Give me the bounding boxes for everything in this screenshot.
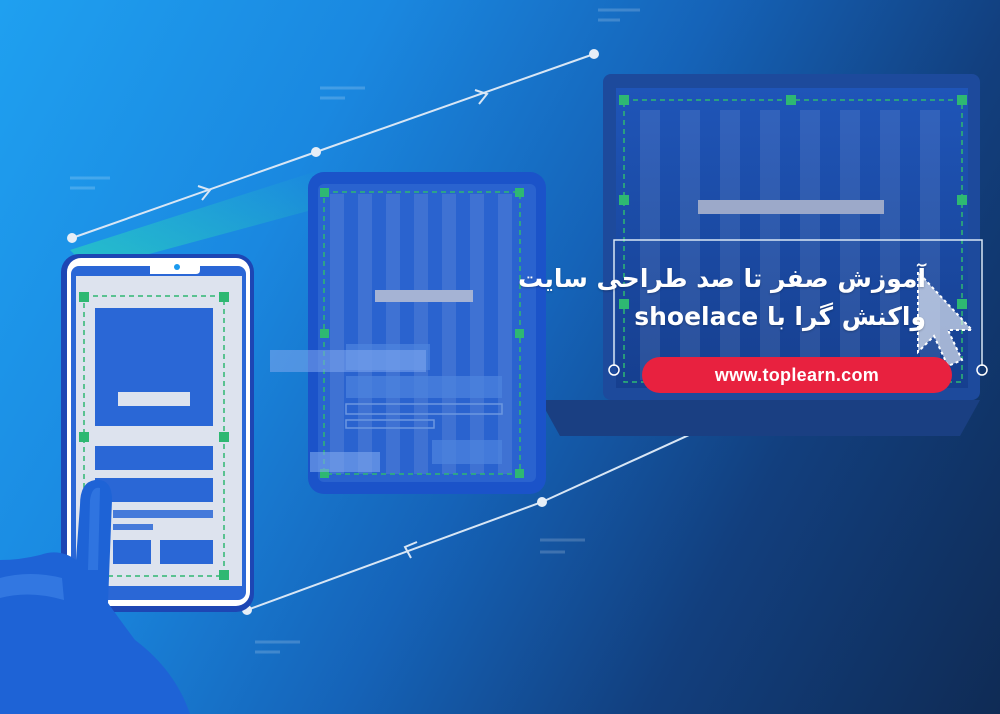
course-title-line-1: آموزش صفر تا صد طراحی سایت <box>517 264 926 293</box>
website-url-badge[interactable]: www.toplearn.com <box>642 357 952 393</box>
course-title-line-2: واکنش گرا با shoelace <box>634 302 926 331</box>
course-title: آموزش صفر تا صد طراحی سایت واکنش گرا با … <box>518 240 982 372</box>
tablet-illustration <box>270 172 546 494</box>
